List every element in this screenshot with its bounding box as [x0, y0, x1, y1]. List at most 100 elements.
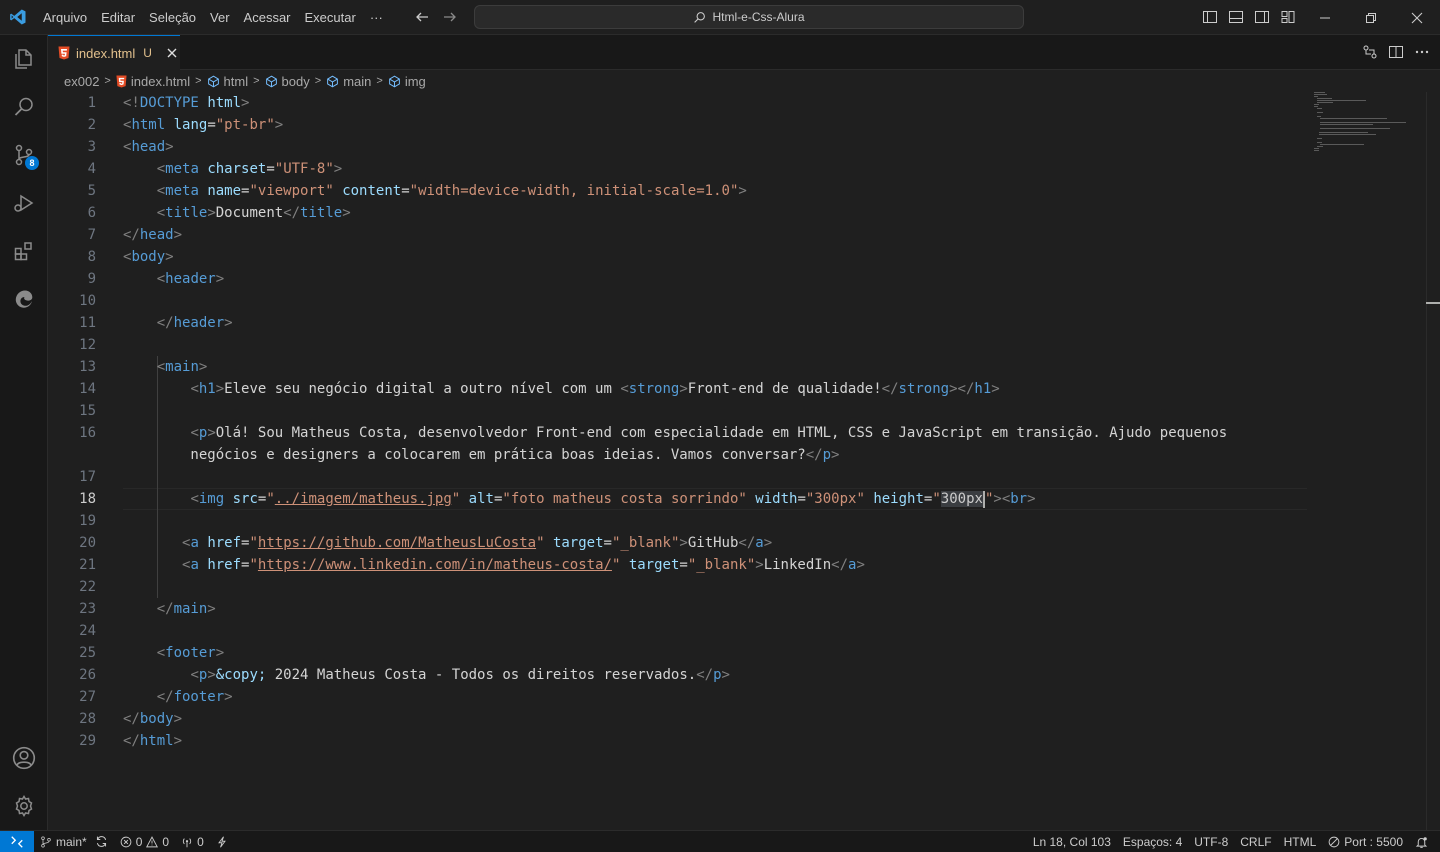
search-icon [694, 11, 706, 23]
code-token: h1 [198, 381, 216, 397]
ports-indicator[interactable]: 0 [175, 831, 210, 852]
breadcrumb-main[interactable]: main [326, 74, 371, 89]
toggle-secondary-sidebar-icon[interactable] [1252, 7, 1272, 27]
sync-icon[interactable] [95, 835, 108, 848]
menu-executar[interactable]: Executar [298, 0, 363, 35]
code-token: ../imagem/matheus.jpg [274, 491, 452, 507]
forward-arrow-icon[interactable] [440, 7, 460, 27]
source-control-icon[interactable]: 8 [0, 131, 48, 179]
vscode-logo-icon [0, 0, 36, 35]
minimap-line [1316, 108, 1323, 109]
command-center-search[interactable]: Html-e-Css-Alura [474, 5, 1024, 29]
code-line: <footer> [123, 642, 224, 664]
edge-devtools-icon[interactable] [0, 275, 48, 323]
code-token: LinkedIn [763, 557, 832, 573]
branch-indicator[interactable]: main* [34, 831, 114, 852]
code-token: > [241, 95, 250, 111]
code-line: <body> [123, 246, 174, 268]
breadcrumb-body[interactable]: body [265, 74, 310, 89]
code-editor[interactable]: 1 2 3 4 5 6 7 8 9 10 11 12 13 14 15 16 17 18 19 20 21 22 23 24 2… [48, 92, 1440, 830]
code-token: > [679, 535, 688, 551]
tab-untracked-badge: U [143, 46, 152, 60]
menu-ver[interactable]: Ver [203, 0, 237, 35]
code-token: title [300, 205, 343, 221]
status-bar: main* 0 0 0 Ln 18, Col 103 Espaços: 4 UT… [0, 830, 1440, 852]
encoding-setting[interactable]: UTF-8 [1188, 831, 1234, 852]
code-token: < [156, 271, 166, 287]
code-token: > [993, 491, 1002, 507]
code-token: > [333, 161, 343, 177]
menu-editar[interactable]: Editar [94, 0, 142, 35]
title-bar: Arquivo Editar Seleção Ver Acessar Execu… [0, 0, 1440, 35]
account-icon[interactable] [0, 734, 48, 782]
split-editor-icon[interactable] [1388, 44, 1404, 60]
remote-indicator-icon[interactable] [0, 830, 34, 852]
problems-indicator[interactable]: 0 0 [114, 831, 175, 852]
back-arrow-icon[interactable] [412, 7, 432, 27]
code-token: content [342, 183, 402, 199]
code-token: href [207, 557, 242, 573]
lightning-indicator[interactable] [210, 831, 234, 852]
code-token: > [198, 359, 208, 375]
minimap-line [1314, 92, 1325, 93]
line-number: 22 [79, 579, 96, 595]
line-number: 29 [79, 733, 96, 749]
menu-selecao[interactable]: Seleção [142, 0, 203, 35]
language-mode[interactable]: HTML [1278, 831, 1323, 852]
code-token: html [139, 733, 174, 749]
breadcrumb-img[interactable]: img [388, 74, 426, 89]
restore-icon[interactable] [1348, 0, 1394, 35]
code-token: Document [215, 205, 284, 221]
code-line: </body> [123, 708, 182, 730]
chevron-right-icon: > [253, 75, 260, 87]
minimize-icon[interactable] [1302, 0, 1348, 35]
indentation-setting[interactable]: Espaços: 4 [1117, 831, 1188, 852]
line-number: 4 [87, 161, 96, 177]
menu-more-button[interactable]: ··· [363, 0, 390, 35]
more-actions-icon[interactable] [1414, 44, 1430, 60]
menu-acessar[interactable]: Acessar [237, 0, 298, 35]
breadcrumb-file[interactable]: index.html [116, 74, 190, 89]
code-line: </head> [123, 224, 182, 246]
code-token: "_blank" [611, 535, 680, 551]
extensions-icon[interactable] [0, 227, 48, 275]
toggle-panel-icon[interactable] [1226, 7, 1246, 27]
menu-arquivo[interactable]: Arquivo [36, 0, 94, 35]
tab-index-html[interactable]: index.html U [48, 35, 180, 70]
code-token: href [207, 535, 242, 551]
code-token: > [342, 205, 351, 221]
open-changes-icon[interactable] [1362, 44, 1378, 60]
code-line: </main> [123, 598, 216, 620]
code-token: > [215, 271, 225, 287]
eol-setting[interactable]: CRLF [1234, 831, 1277, 852]
code-token: html [207, 95, 242, 111]
code-token: footer [173, 689, 225, 705]
run-debug-icon[interactable] [0, 179, 48, 227]
code-token: src [232, 491, 258, 507]
toggle-primary-sidebar-icon[interactable] [1200, 7, 1220, 27]
close-tab-icon[interactable] [164, 45, 180, 61]
explorer-icon[interactable] [0, 35, 48, 83]
code-token: </ [805, 447, 823, 463]
code-token: meta [165, 161, 199, 177]
close-window-icon[interactable] [1394, 0, 1440, 35]
search-icon[interactable] [0, 83, 48, 131]
minimap[interactable] [1314, 92, 1426, 162]
breadcrumb-folder[interactable]: ex002 [64, 74, 99, 89]
vertical-scrollbar[interactable] [1426, 92, 1440, 830]
chevron-right-icon: > [195, 75, 202, 87]
breadcrumb-html[interactable]: html [207, 74, 248, 89]
code-line: <head> [123, 136, 174, 158]
customize-layout-icon[interactable] [1278, 7, 1298, 27]
chevron-right-icon: > [314, 75, 322, 87]
chevron-right-icon: > [376, 75, 383, 87]
settings-icon[interactable] [0, 782, 48, 830]
code-token: < [190, 667, 199, 683]
code-token: body [131, 249, 166, 265]
live-server-port[interactable]: Port : 5500 [1322, 831, 1409, 852]
cursor-position[interactable]: Ln 18, Col 103 [1027, 831, 1117, 852]
notifications-bell-icon[interactable] [1409, 831, 1434, 852]
